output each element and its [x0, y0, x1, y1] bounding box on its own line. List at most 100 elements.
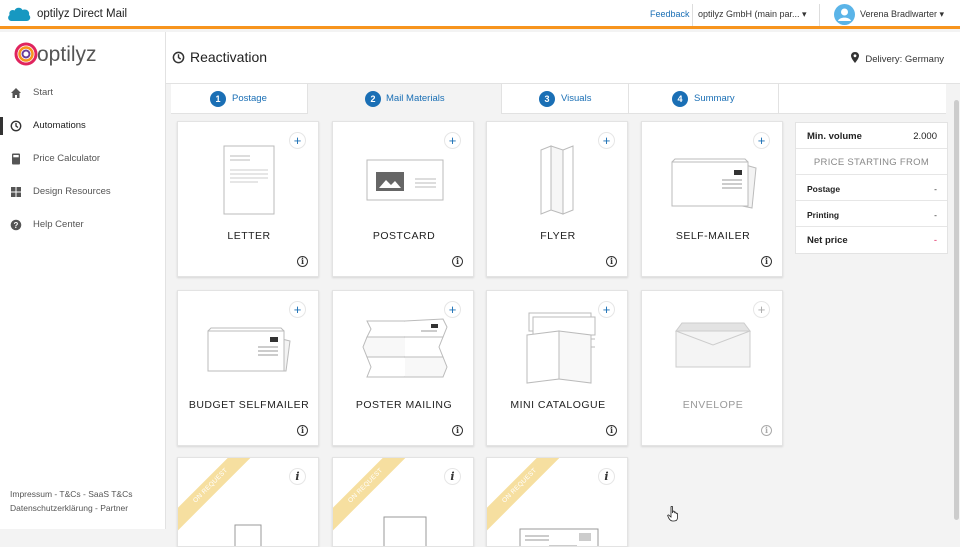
- tab-label: Summary: [694, 93, 735, 104]
- tab-label: Postage: [232, 93, 267, 104]
- page-title: Reactivation: [190, 49, 268, 65]
- card-name: BUDGET SELFMAILER: [188, 399, 310, 411]
- optilyz-logo[interactable]: optilyz: [13, 40, 113, 73]
- card-name: FLYER: [540, 230, 576, 242]
- add-button[interactable]: +: [289, 301, 306, 318]
- add-button[interactable]: +: [753, 132, 770, 149]
- top-bar: optilyz Direct Mail Feedback optilyz Gmb…: [0, 0, 960, 29]
- sidebar-item-label: Start: [33, 87, 54, 98]
- printing-row: Printing -: [796, 201, 947, 227]
- scrollbar[interactable]: [954, 100, 959, 520]
- info-icon[interactable]: i: [761, 425, 772, 436]
- tab-mail-materials[interactable]: 2 Mail Materials: [308, 84, 502, 114]
- hand-cursor-icon: [667, 506, 678, 522]
- main-content: Reactivation Delivery: Germany 1 Postage…: [166, 32, 960, 547]
- user-menu[interactable]: Verena Bradlwarter ▾: [860, 9, 944, 20]
- add-button[interactable]: +: [289, 132, 306, 149]
- info-icon[interactable]: i: [761, 256, 772, 267]
- product-card-flyer[interactable]: + FLYER i: [486, 121, 628, 277]
- info-icon[interactable]: i: [606, 256, 617, 267]
- product-card-on-request-1[interactable]: ON REQUEST i: [177, 457, 319, 547]
- sidebar-item-automations[interactable]: Automations: [0, 115, 165, 137]
- add-button[interactable]: +: [444, 132, 461, 149]
- sidebar-item-help-center[interactable]: ? Help Center: [0, 214, 165, 236]
- step-number: 4: [672, 91, 688, 107]
- footer-links-line2[interactable]: Datenschutzerklärung - Partner: [10, 503, 128, 513]
- add-button[interactable]: +: [753, 301, 770, 318]
- product-card-postcard[interactable]: + POSTCARD i: [332, 121, 474, 277]
- sidebar: optilyz Start Automations Price Calculat…: [0, 32, 166, 529]
- info-icon[interactable]: i: [452, 256, 463, 267]
- net-price-row: Net price -: [796, 227, 947, 253]
- step-tabs: 1 Postage 2 Mail Materials 3 Visuals 4 S…: [171, 84, 946, 114]
- feedback-link[interactable]: Feedback: [650, 9, 690, 19]
- add-button[interactable]: +: [444, 301, 461, 318]
- add-button[interactable]: +: [598, 301, 615, 318]
- company-selector[interactable]: optilyz GmbH (main par... ▾: [698, 9, 807, 20]
- tab-postage[interactable]: 1 Postage: [171, 84, 308, 114]
- clock-icon: [10, 120, 22, 132]
- info-icon[interactable]: i: [598, 468, 615, 485]
- company-name: optilyz GmbH (main par...: [698, 9, 800, 19]
- on-request-ribbon: ON REQUEST: [178, 458, 256, 531]
- tab-label: Visuals: [561, 93, 592, 104]
- sidebar-item-design-resources[interactable]: Design Resources: [0, 181, 165, 203]
- printing-value: -: [934, 210, 937, 220]
- min-volume-label: Min. volume: [807, 131, 862, 142]
- price-starting-label: PRICE STARTING FROM: [813, 157, 930, 168]
- card-name: LETTER: [227, 230, 271, 242]
- min-volume-row: Min. volume 2.000: [796, 123, 947, 149]
- user-name: Verena Bradlwarter: [860, 9, 938, 19]
- tab-visuals[interactable]: 3 Visuals: [502, 84, 629, 114]
- product-card-envelope[interactable]: + ENVELOPE i: [641, 290, 783, 446]
- divider: [692, 4, 693, 26]
- product-card-budget-selfmailer[interactable]: + BUDGET SELFMAILER i: [177, 290, 319, 446]
- booklet-illustration: [234, 524, 262, 546]
- product-card-on-request-3[interactable]: ON REQUEST i: [486, 457, 628, 547]
- step-number: 2: [365, 91, 381, 107]
- step-number: 3: [539, 91, 555, 107]
- step-number: 1: [210, 91, 226, 107]
- grid-icon: [11, 187, 21, 197]
- tab-summary[interactable]: 4 Summary: [629, 84, 779, 114]
- add-button[interactable]: +: [598, 132, 615, 149]
- footer-links-line1[interactable]: Impressum - T&Cs - SaaS T&Cs: [10, 489, 133, 499]
- salesforce-cloud-icon: [8, 7, 31, 21]
- divider: [819, 4, 820, 26]
- card-name: SELF-MAILER: [675, 230, 751, 242]
- net-price-value: -: [933, 235, 937, 246]
- card-name: POSTCARD: [372, 230, 436, 242]
- map-pin-icon: [850, 52, 859, 63]
- net-price-label: Net price: [807, 235, 848, 246]
- info-icon[interactable]: i: [452, 425, 463, 436]
- app-title: optilyz Direct Mail: [37, 8, 128, 20]
- info-icon[interactable]: i: [606, 425, 617, 436]
- delivery-label: Delivery:: [865, 54, 903, 65]
- page-header: Reactivation Delivery: Germany: [166, 32, 960, 84]
- info-icon[interactable]: i: [444, 468, 461, 485]
- info-icon[interactable]: i: [289, 468, 306, 485]
- sidebar-item-start[interactable]: Start: [0, 82, 165, 104]
- svg-text:?: ?: [14, 221, 19, 230]
- printing-label: Printing: [807, 210, 840, 220]
- sidebar-item-price-calculator[interactable]: Price Calculator: [0, 148, 165, 170]
- logo-text: optilyz: [37, 43, 97, 66]
- info-icon[interactable]: i: [297, 256, 308, 267]
- sidebar-item-label: Price Calculator: [33, 153, 101, 164]
- product-card-poster-mailing[interactable]: + POSTER MAILING i: [332, 290, 474, 446]
- sidebar-item-label: Design Resources: [33, 186, 111, 197]
- tab-label: Mail Materials: [386, 93, 445, 104]
- info-icon[interactable]: i: [297, 425, 308, 436]
- price-summary: Min. volume 2.000 PRICE STARTING FROM Po…: [795, 122, 948, 254]
- price-starting-row: PRICE STARTING FROM: [796, 149, 947, 175]
- product-card-mini-catalogue[interactable]: + MINI CATALOGUE i: [486, 290, 628, 446]
- product-card-on-request-2[interactable]: ON REQUEST i: [332, 457, 474, 547]
- product-card-self-mailer[interactable]: + SELF-MAILER i: [641, 121, 783, 277]
- product-card-letter[interactable]: + LETTER i: [177, 121, 319, 277]
- min-volume-value: 2.000: [913, 131, 937, 142]
- card-name: POSTER MAILING: [355, 399, 453, 411]
- delivery-info: Delivery: Germany: [850, 52, 944, 65]
- postage-label: Postage: [807, 184, 841, 194]
- clock-icon: [172, 51, 185, 64]
- avatar[interactable]: [834, 4, 855, 25]
